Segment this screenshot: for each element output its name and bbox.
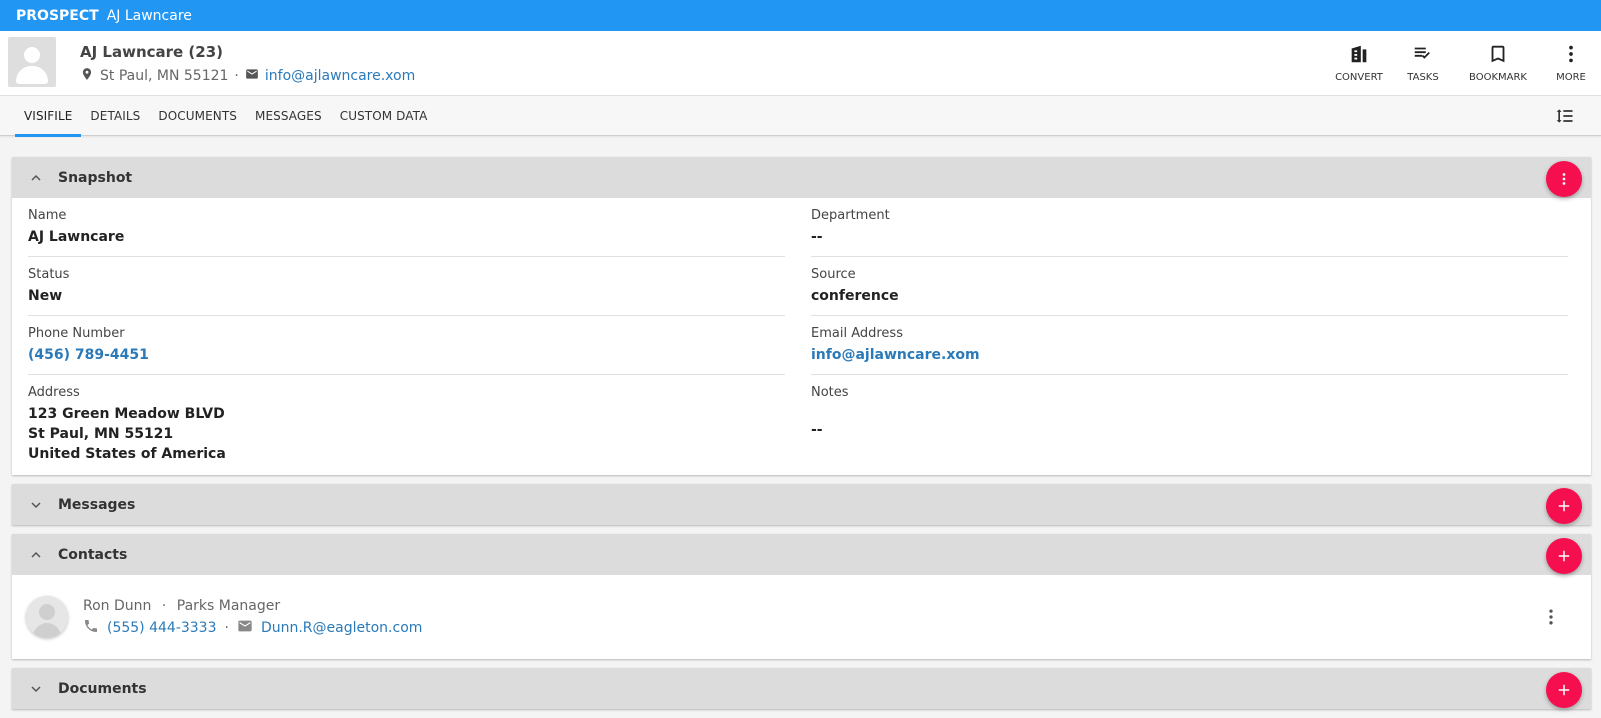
tab-visifile[interactable]: VISIFILE bbox=[15, 96, 82, 137]
snapshot-header[interactable]: Snapshot bbox=[12, 157, 1591, 198]
add-contact-button[interactable] bbox=[1546, 538, 1582, 574]
field-source: Source conference bbox=[795, 257, 1578, 316]
contact-name: Ron Dunn bbox=[83, 598, 152, 614]
building-icon bbox=[1348, 43, 1370, 72]
contacts-header[interactable]: Contacts bbox=[12, 534, 1591, 575]
snapshot-card: Snapshot Name AJ Lawncare Department -- … bbox=[12, 157, 1591, 475]
phone-link[interactable]: (456) 789-4451 bbox=[28, 345, 779, 365]
chevron-up-icon bbox=[31, 174, 41, 181]
snapshot-fields: Name AJ Lawncare Department -- Status Ne… bbox=[12, 198, 1591, 473]
mail-icon bbox=[237, 618, 253, 638]
tasks-check-icon bbox=[1412, 43, 1434, 72]
record-type-bar: PROSPECT AJ Lawncare bbox=[0, 0, 1601, 31]
avatar[interactable] bbox=[8, 37, 56, 87]
more-button[interactable]: MORE bbox=[1541, 31, 1601, 95]
header-location: St Paul, MN 55121 bbox=[100, 68, 229, 84]
plus-icon bbox=[1558, 550, 1570, 562]
source-value: conference bbox=[811, 288, 899, 304]
add-message-button[interactable] bbox=[1546, 488, 1582, 524]
list-item[interactable]: Ron Dunn · Parks Manager (555) 444-3333 … bbox=[12, 575, 1591, 659]
contact-phone-link[interactable]: (555) 444-3333 bbox=[107, 620, 217, 636]
address-line1: 123 Green Meadow BLVD bbox=[28, 406, 225, 422]
add-document-button[interactable] bbox=[1546, 672, 1582, 708]
field-phone: Phone Number (456) 789-4451 bbox=[12, 316, 795, 375]
record-header: AJ Lawncare (23) St Paul, MN 55121 · inf… bbox=[0, 31, 1601, 96]
messages-title: Messages bbox=[58, 496, 136, 513]
field-department: Department -- bbox=[795, 198, 1578, 257]
contact-details: (555) 444-3333 · Dunn.R@eagleton.com bbox=[83, 618, 422, 638]
tab-messages[interactable]: MESSAGES bbox=[246, 96, 331, 136]
bookmark-icon bbox=[1487, 43, 1509, 72]
tab-bar: VISIFILE DETAILS DOCUMENTS MESSAGES CUST… bbox=[0, 96, 1601, 137]
chevron-down-icon bbox=[31, 685, 41, 692]
notes-value: -- bbox=[811, 422, 823, 438]
record-name-label: AJ Lawncare bbox=[106, 7, 192, 24]
separator-dot: · bbox=[224, 620, 229, 636]
status-value: New bbox=[28, 288, 63, 304]
snapshot-title: Snapshot bbox=[58, 169, 133, 186]
tab-documents[interactable]: DOCUMENTS bbox=[149, 96, 246, 136]
header-actions: CONVERT TASKS BOOKMARK MORE bbox=[1327, 31, 1601, 95]
contact-avatar bbox=[26, 596, 68, 638]
contact-identity: Ron Dunn · Parks Manager bbox=[83, 598, 280, 614]
address-line3: United States of America bbox=[28, 446, 226, 462]
messages-header[interactable]: Messages bbox=[12, 484, 1591, 525]
record-type-label: PROSPECT bbox=[16, 7, 99, 24]
contact-more-icon[interactable] bbox=[1541, 607, 1561, 627]
more-vertical-icon bbox=[1560, 43, 1582, 72]
mail-icon bbox=[245, 67, 259, 85]
tab-custom-data[interactable]: CUSTOM DATA bbox=[331, 96, 437, 136]
department-value: -- bbox=[811, 229, 823, 245]
contacts-card: Contacts Ron Dunn · Parks Manager (555) … bbox=[12, 534, 1591, 659]
contact-email-link[interactable]: Dunn.R@eagleton.com bbox=[261, 620, 422, 636]
field-status: Status New bbox=[12, 257, 795, 316]
tab-details[interactable]: DETAILS bbox=[81, 96, 149, 136]
field-address: Address 123 Green Meadow BLVD St Paul, M… bbox=[12, 375, 795, 473]
plus-icon bbox=[1558, 684, 1570, 696]
row-density-icon[interactable] bbox=[1555, 106, 1575, 126]
chevron-down-icon bbox=[31, 501, 41, 508]
field-name: Name AJ Lawncare bbox=[12, 198, 795, 257]
page-title: AJ Lawncare (23) bbox=[80, 43, 224, 61]
bookmark-button[interactable]: BOOKMARK bbox=[1455, 31, 1541, 95]
separator-dot: · bbox=[161, 598, 167, 614]
messages-card: Messages bbox=[12, 484, 1591, 525]
snapshot-menu-button[interactable] bbox=[1546, 161, 1582, 197]
plus-icon bbox=[1558, 500, 1570, 512]
field-email: Email Address info@ajlawncare.xom bbox=[795, 316, 1578, 375]
more-vertical-icon bbox=[1562, 173, 1566, 185]
documents-header[interactable]: Documents bbox=[12, 668, 1591, 709]
phone-icon bbox=[83, 618, 99, 638]
field-notes: Notes -- bbox=[795, 375, 1578, 473]
name-value: AJ Lawncare bbox=[28, 229, 125, 245]
location-pin-icon bbox=[80, 67, 94, 85]
chevron-up-icon bbox=[31, 551, 41, 558]
documents-title: Documents bbox=[58, 680, 147, 697]
contact-role: Parks Manager bbox=[176, 598, 281, 614]
header-subline: St Paul, MN 55121 · info@ajlawncare.xom bbox=[80, 67, 415, 85]
documents-card: Documents bbox=[12, 668, 1591, 709]
convert-button[interactable]: CONVERT bbox=[1327, 31, 1391, 95]
separator-dot: · bbox=[234, 68, 239, 84]
email-link[interactable]: info@ajlawncare.xom bbox=[811, 345, 1562, 365]
tasks-button[interactable]: TASKS bbox=[1391, 31, 1455, 95]
header-email-link[interactable]: info@ajlawncare.xom bbox=[265, 68, 415, 84]
contacts-title: Contacts bbox=[58, 546, 128, 563]
address-line2: St Paul, MN 55121 bbox=[28, 426, 174, 442]
